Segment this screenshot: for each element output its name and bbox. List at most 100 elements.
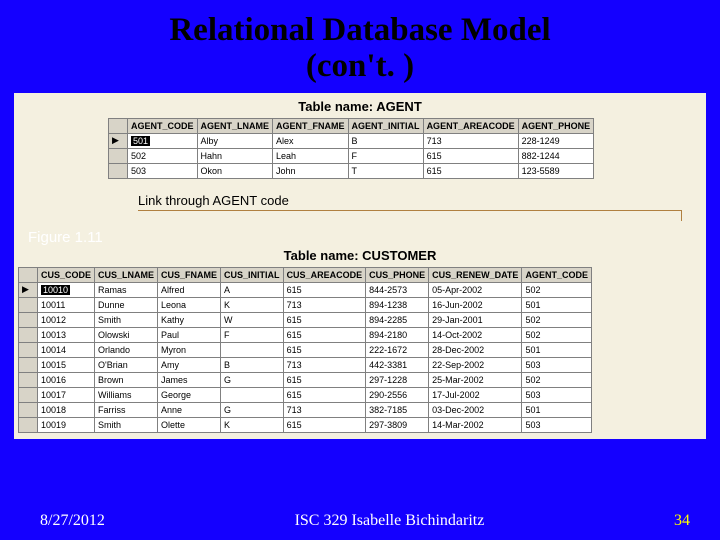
table-row: ▶501AlbyAlexB713228-1249 [109,133,594,148]
table-cell: 290-2556 [366,387,429,402]
table-row: 503OkonJohnT615123-5589 [109,163,594,178]
column-header: CUS_RENEW_DATE [429,267,522,282]
table-cell: 502 [128,148,198,163]
table-cell: K [221,297,284,312]
table-cell: Farriss [95,402,158,417]
table-cell: 894-2180 [366,327,429,342]
table-cell: 10019 [38,417,95,432]
table-cell: Smith [95,312,158,327]
table-cell: 615 [283,417,366,432]
table-cell: Okon [197,163,273,178]
customer-table: CUS_CODECUS_LNAMECUS_FNAMECUS_INITIALCUS… [18,267,592,433]
table-cell: 10015 [38,357,95,372]
table-cell: 615 [283,387,366,402]
table-cell: 297-3809 [366,417,429,432]
customer-table-caption: Table name: CUSTOMER [18,248,702,263]
table-cell: 222-1672 [366,342,429,357]
table-cell: 882-1244 [518,148,594,163]
table-cell: Kathy [158,312,221,327]
table-cell [221,342,284,357]
table-cell [221,387,284,402]
table-row: 10012SmithKathyW615894-228529-Jan-200150… [19,312,592,327]
table-cell: 228-1249 [518,133,594,148]
table-cell: 615 [283,342,366,357]
table-cell: 615 [423,163,518,178]
agent-table: AGENT_CODEAGENT_LNAMEAGENT_FNAMEAGENT_IN… [108,118,594,179]
table-cell: 10011 [38,297,95,312]
table-cell: 615 [283,312,366,327]
table-cell: Anne [158,402,221,417]
table-cell: 844-2573 [366,282,429,297]
table-cell: F [221,327,284,342]
table-cell: 713 [283,357,366,372]
figure-label: Figure 1.11 [28,229,702,246]
column-header: AGENT_CODE [128,118,198,133]
table-cell: 501 [522,342,592,357]
table-cell: 28-Dec-2002 [429,342,522,357]
column-header: AGENT_INITIAL [348,118,423,133]
table-cell: 503 [128,163,198,178]
table-cell: 503 [522,357,592,372]
table-cell: 10013 [38,327,95,342]
table-cell: 10014 [38,342,95,357]
column-header: AGENT_AREACODE [423,118,518,133]
column-header: CUS_AREACODE [283,267,366,282]
table-cell: 10010 [38,282,95,297]
table-cell: 10012 [38,312,95,327]
table-cell: F [348,148,423,163]
table-row: ▶10010RamasAlfredA615844-257305-Apr-2002… [19,282,592,297]
table-cell: 297-1228 [366,372,429,387]
table-cell: 713 [283,297,366,312]
footer-page: 34 [674,512,720,530]
table-cell: Smith [95,417,158,432]
table-cell: 894-2285 [366,312,429,327]
table-row: 10016BrownJamesG615297-122825-Mar-200250… [19,372,592,387]
table-cell: 16-Jun-2002 [429,297,522,312]
column-header: AGENT_LNAME [197,118,273,133]
table-cell: 10016 [38,372,95,387]
table-row: 502HahnLeahF615882-1244 [109,148,594,163]
table-cell: 382-7185 [366,402,429,417]
table-row: 10014OrlandoMyron615222-167228-Dec-20025… [19,342,592,357]
table-cell: Ramas [95,282,158,297]
table-row: 10013OlowskiPaulF615894-218014-Oct-20025… [19,327,592,342]
table-cell: 442-3381 [366,357,429,372]
table-cell: G [221,402,284,417]
table-cell: James [158,372,221,387]
table-cell: 501 [128,133,198,148]
footer: 8/27/2012 ISC 329 Isabelle Bichindaritz … [0,512,720,530]
table-row: 10018FarrissAnneG713382-718503-Dec-20025… [19,402,592,417]
table-cell: John [273,163,349,178]
table-cell: 894-1238 [366,297,429,312]
table-cell: 503 [522,387,592,402]
table-cell: Leah [273,148,349,163]
table-row: 10015O'BrianAmyB713442-338122-Sep-200250… [19,357,592,372]
table-cell: O'Brian [95,357,158,372]
slide: Relational Database Model (con't. ) Tabl… [0,0,720,540]
table-cell: Alex [273,133,349,148]
table-cell: 10017 [38,387,95,402]
column-header: CUS_LNAME [95,267,158,282]
table-cell: 713 [283,402,366,417]
table-cell: G [221,372,284,387]
table-cell: 03-Dec-2002 [429,402,522,417]
table-cell: Alby [197,133,273,148]
table-cell: Olowski [95,327,158,342]
column-header: CUS_FNAME [158,267,221,282]
table-cell: 615 [423,148,518,163]
column-header: AGENT_FNAME [273,118,349,133]
table-cell: Myron [158,342,221,357]
table-cell: 14-Oct-2002 [429,327,522,342]
table-cell: Brown [95,372,158,387]
column-header: AGENT_PHONE [518,118,594,133]
table-row: 10011DunneLeonaK713894-123816-Jun-200250… [19,297,592,312]
table-row: 10017WilliamsGeorge615290-255617-Jul-200… [19,387,592,402]
table-cell: Williams [95,387,158,402]
title-line-2: (con't. ) [306,48,414,84]
table-cell: 502 [522,372,592,387]
table-cell: 10018 [38,402,95,417]
column-header: CUS_CODE [38,267,95,282]
table-cell: 501 [522,402,592,417]
footer-course: ISC 329 Isabelle Bichindaritz [105,512,674,530]
table-cell: 05-Apr-2002 [429,282,522,297]
